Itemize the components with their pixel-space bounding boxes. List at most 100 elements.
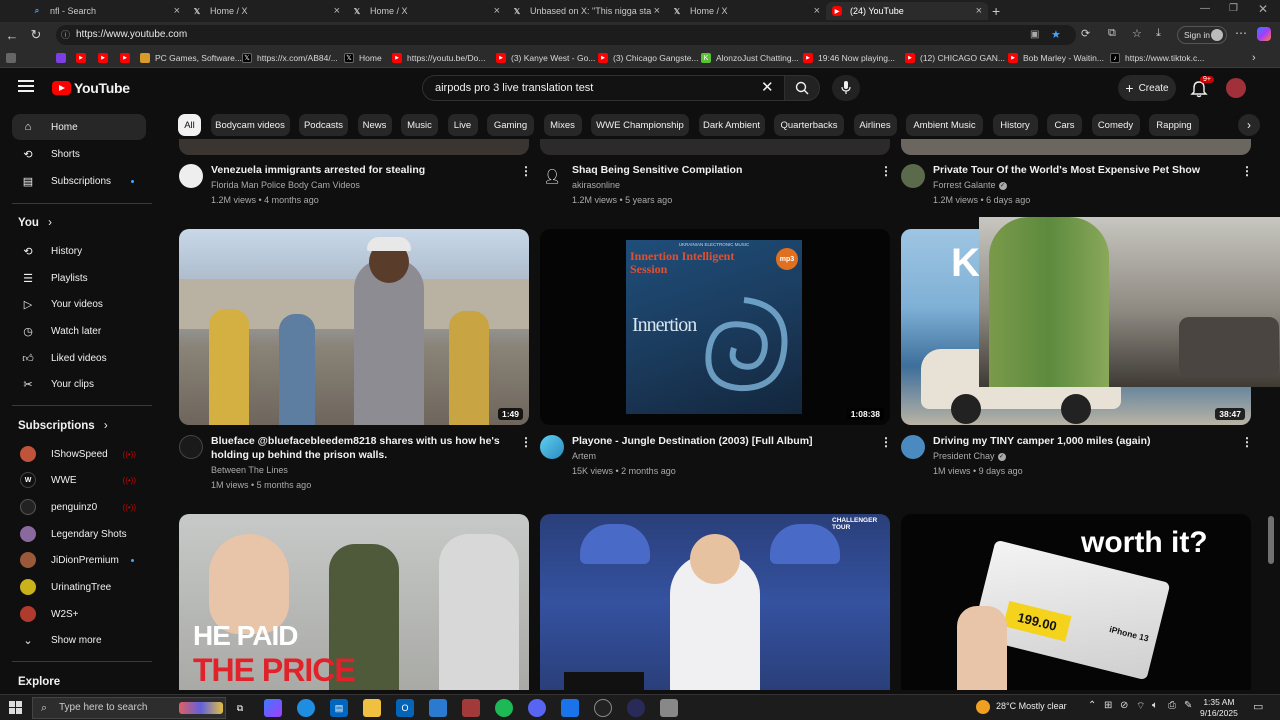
sidebar-item-shorts[interactable]: ⟲ Shorts xyxy=(12,141,146,167)
url-field[interactable]: ⓘ https://www.youtube.com ▣ ★ xyxy=(56,25,1076,45)
task-view-icon[interactable]: ⧉ xyxy=(231,699,249,717)
channel-name[interactable]: Between The Lines xyxy=(211,465,288,475)
create-button[interactable]: + Create xyxy=(1118,75,1176,101)
sidebar-item-your-videos[interactable]: ▷ Your videos xyxy=(12,291,146,317)
maximize-icon[interactable]: ❐ xyxy=(1229,3,1238,14)
photos-icon[interactable] xyxy=(429,699,447,717)
video-thumbnail[interactable] xyxy=(901,139,1251,155)
you-heading[interactable]: You › xyxy=(18,217,52,229)
channel-avatar[interactable] xyxy=(901,435,925,459)
video-title[interactable]: Driving my TINY camper 1,000 miles (agai… xyxy=(933,434,1150,448)
bookmark-item[interactable]: ▶ (3) Kanye West - Go... xyxy=(496,51,595,65)
network-icon[interactable]: ⌔ xyxy=(1136,700,1145,713)
chip-news[interactable]: News xyxy=(357,114,392,136)
sidebar-item-watch-later[interactable]: ◷ Watch later xyxy=(12,318,146,344)
channel-name[interactable]: Artem xyxy=(572,451,596,461)
bookmark-icon-only[interactable]: ▶ xyxy=(120,51,135,65)
video-thumbnail[interactable]: CHALLENGER TOUR xyxy=(540,514,890,690)
video-title[interactable]: Private Tour Of the World's Most Expensi… xyxy=(933,163,1200,177)
reader-icon[interactable]: ▣ xyxy=(1030,25,1039,45)
outlook-icon[interactable]: O xyxy=(396,699,414,717)
split-screen-icon[interactable]: ⧉ xyxy=(1108,27,1116,40)
chip-quarterbacks[interactable]: Quarterbacks xyxy=(774,114,844,136)
more-menu-icon[interactable]: ⋯ xyxy=(1235,26,1247,40)
voice-search-button[interactable] xyxy=(832,75,860,101)
chevron-right-icon[interactable]: › xyxy=(1252,51,1256,65)
favorite-star-icon[interactable]: ★ xyxy=(1051,25,1061,45)
minimize-icon[interactable]: — xyxy=(1200,3,1210,14)
video-thumbnail[interactable]: HE PAID THE PRICE xyxy=(179,514,529,690)
sidebar-item-history[interactable]: ⟲ History xyxy=(12,238,146,264)
taskbar-search-input[interactable]: ⌕ Type here to search xyxy=(32,697,226,719)
subscription-item[interactable]: JiDionPremium xyxy=(12,547,146,573)
edge-browser-icon[interactable] xyxy=(297,699,315,717)
subscription-item[interactable]: UrinatingTree xyxy=(12,574,146,600)
bookmark-icon-only[interactable]: ▶ xyxy=(98,51,113,65)
more-options-icon[interactable]: ⋮ xyxy=(1241,164,1253,178)
video-title[interactable]: Playone - Jungle Destination (2003) [Ful… xyxy=(572,434,813,448)
bookmark-folder-icon[interactable] xyxy=(6,51,21,65)
channel-avatar[interactable]: 👤︎ xyxy=(540,164,564,188)
bookmark-item[interactable]: ♪ https://www.tiktok.c... xyxy=(1110,51,1204,65)
tray-icon[interactable]: ⊘ xyxy=(1120,700,1128,711)
subscription-item[interactable]: penguinz0 ((•)) xyxy=(12,494,146,520)
more-options-icon[interactable]: ⋮ xyxy=(880,435,892,449)
sidebar-item-liked-videos[interactable]: 👍︎ Liked videos xyxy=(12,345,146,371)
chip-rapping[interactable]: Rapping xyxy=(1149,114,1199,136)
chip-live[interactable]: Live xyxy=(447,114,478,136)
file-explorer-icon[interactable] xyxy=(363,699,381,717)
app-icon[interactable] xyxy=(594,699,612,717)
close-tab-icon[interactable]: × xyxy=(494,5,500,17)
search-button[interactable] xyxy=(784,75,820,101)
bookmark-item[interactable]: 𝕏 Home xyxy=(344,51,382,65)
sign-in-button[interactable]: Sign in xyxy=(1177,26,1227,44)
browser-tab-active[interactable]: ▶ (24) YouTube × xyxy=(826,2,988,20)
bookmark-item[interactable]: K AlonzoJust Chatting... xyxy=(701,51,799,65)
app-icon[interactable] xyxy=(627,699,645,717)
close-tab-icon[interactable]: × xyxy=(976,5,982,17)
subscription-item[interactable]: IShowSpeed ((•)) xyxy=(12,441,146,467)
chips-next-icon[interactable]: › xyxy=(1238,114,1260,136)
subscription-item[interactable]: W WWE ((•)) xyxy=(12,467,146,493)
video-title[interactable]: Venezuela immigrants arrested for steali… xyxy=(211,163,425,177)
chip-bodycam-videos[interactable]: Bodycam videos xyxy=(210,114,290,136)
video-thumbnail[interactable]: UKRAINIAN ELECTRONIC MUSIC Innertion Int… xyxy=(540,229,890,425)
chip-all[interactable]: All xyxy=(178,114,201,136)
chip-podcasts[interactable]: Podcasts xyxy=(299,114,348,136)
tray-icon[interactable]: ⊞ xyxy=(1104,700,1112,711)
bookmark-item[interactable]: ▶ Bob Marley - Waitin... xyxy=(1008,51,1104,65)
close-tab-icon[interactable]: × xyxy=(334,5,340,17)
channel-name[interactable]: Forrest Galante ✓ xyxy=(933,180,1007,190)
sidebar-item-your-clips[interactable]: ✂ Your clips xyxy=(12,371,146,397)
video-title[interactable]: Shaq Being Sensitive Compilation xyxy=(572,163,742,177)
refresh-icon[interactable]: ↻ xyxy=(28,27,44,43)
back-icon[interactable]: ← xyxy=(4,27,20,43)
browser-tab[interactable]: 𝕏 Home / X × xyxy=(346,2,506,20)
bookmark-item[interactable]: ▶ 19:46 Now playing... xyxy=(803,51,895,65)
channel-avatar[interactable] xyxy=(179,164,203,188)
chip-comedy[interactable]: Comedy xyxy=(1091,114,1140,136)
clear-search-icon[interactable]: ✕ xyxy=(761,76,774,100)
chip-mixes[interactable]: Mixes xyxy=(543,114,582,136)
sidebar-item-playlists[interactable]: ☰ Playlists xyxy=(12,265,146,291)
menu-icon[interactable] xyxy=(18,79,34,93)
tray-icon[interactable]: ⎙ xyxy=(1168,700,1176,711)
chip-airlines[interactable]: Airlines xyxy=(853,114,897,136)
search-input[interactable]: airpods pro 3 live translation test ✕ xyxy=(422,75,784,101)
app-icon[interactable] xyxy=(561,699,579,717)
store-icon[interactable]: ▤ xyxy=(330,699,348,717)
bookmark-item[interactable]: ▶ https://youtu.be/Do... xyxy=(392,51,485,65)
channel-name[interactable]: akirasonline xyxy=(572,180,620,190)
notification-center-icon[interactable]: ▭ xyxy=(1253,700,1263,713)
video-thumbnail[interactable] xyxy=(540,139,890,155)
bookmark-icon-only[interactable] xyxy=(56,51,71,65)
extensions-icon[interactable]: ⟳ xyxy=(1081,27,1090,40)
subscriptions-heading[interactable]: Subscriptions › xyxy=(18,420,108,432)
pen-icon[interactable]: ✎ xyxy=(1184,700,1192,711)
channel-avatar[interactable] xyxy=(901,164,925,188)
browser-tab[interactable]: 𝕏 Unbased on X: "This nigga sta × xyxy=(506,2,666,20)
chip-gaming[interactable]: Gaming xyxy=(487,114,534,136)
channel-name[interactable]: Florida Man Police Body Cam Videos xyxy=(211,180,360,190)
more-options-icon[interactable]: ⋮ xyxy=(1241,435,1253,449)
security-icon[interactable] xyxy=(660,699,678,717)
